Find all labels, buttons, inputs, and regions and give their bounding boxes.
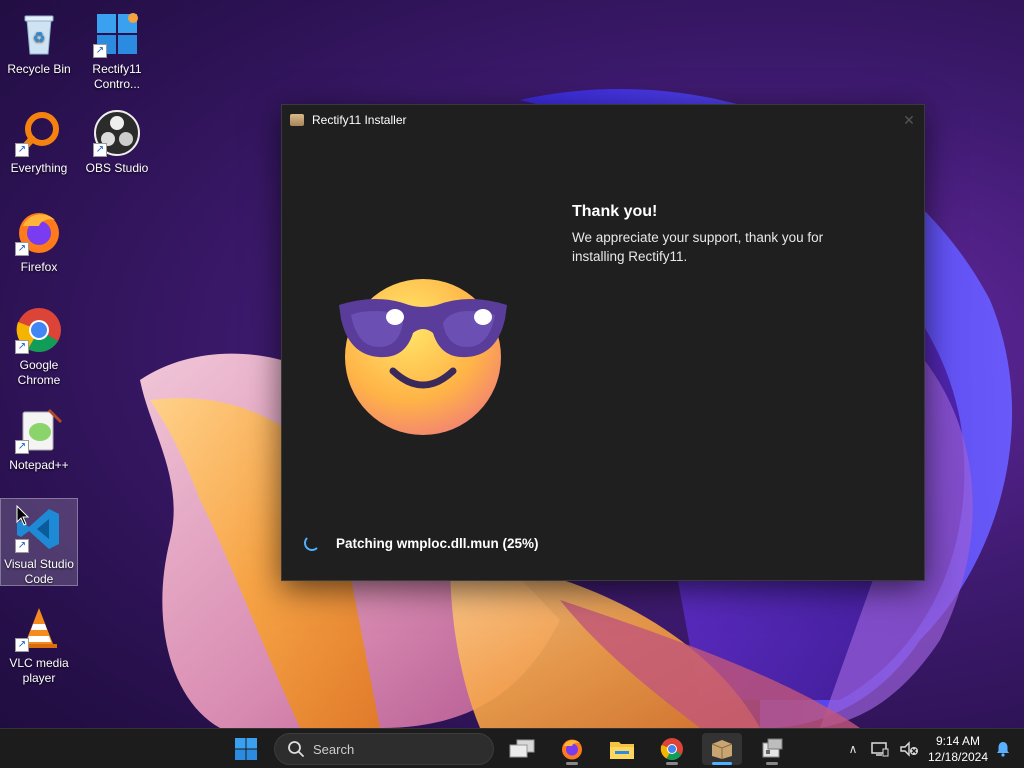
app-installer-icon	[762, 738, 783, 758]
chevron-up-icon: ∧	[848, 742, 858, 756]
shortcut-arrow-icon: ↗	[15, 242, 29, 256]
taskbar-file-explorer[interactable]	[602, 733, 642, 765]
taskbar-search-box[interactable]: Search	[274, 733, 494, 765]
mouse-cursor-icon	[16, 505, 30, 526]
taskbar-app-installer[interactable]	[752, 733, 792, 765]
tray-network[interactable]	[868, 729, 892, 768]
desktop-icon-everything[interactable]: ↗ Everything	[0, 103, 78, 193]
file-explorer-icon	[610, 742, 634, 759]
window-title: Rectify11 Installer	[312, 113, 407, 127]
show-hidden-icons-button[interactable]: ∧	[842, 729, 864, 768]
close-button[interactable]: ✕	[894, 105, 924, 135]
tray-volume[interactable]	[896, 729, 922, 768]
svg-text:♻: ♻	[33, 30, 46, 46]
active-indicator	[712, 762, 732, 765]
recycle-bin-icon: ♻	[15, 10, 63, 58]
thank-you-heading: Thank you!	[572, 203, 658, 220]
status-text: Patching wmploc.dll.mun (25%)	[336, 535, 539, 551]
taskbar-task-view[interactable]	[502, 733, 542, 765]
desktop-icon-firefox[interactable]: ↗ Firefox	[0, 202, 78, 292]
installer-window[interactable]: Rectify11 Installer ✕ Thank you! We appr…	[281, 104, 925, 581]
shortcut-arrow-icon: ↗	[15, 440, 29, 454]
everything-search-icon: ↗	[15, 109, 63, 157]
notepad-plus-plus-icon: ↗	[15, 406, 63, 454]
desktop-icon-label: OBS Studio	[85, 161, 149, 175]
desktop-icon-label: VLC media player	[9, 656, 69, 685]
shortcut-arrow-icon: ↗	[93, 44, 107, 58]
running-indicator	[766, 762, 778, 765]
desktop-icon-visual-studio-code[interactable]: ↗ Visual Studio Code	[0, 498, 78, 586]
desktop-icon-notepad-plus-plus[interactable]: ↗ Notepad++	[0, 400, 78, 490]
thank-you-message: We appreciate your support, thank you fo…	[572, 230, 824, 264]
clock-date: 12/18/2024	[927, 750, 989, 764]
vlc-icon: ↗	[15, 604, 63, 652]
close-icon: ✕	[903, 111, 915, 128]
taskbar: Search ∧ 9:14 AM 12/18/2024	[0, 728, 1024, 768]
volume-muted-icon	[900, 741, 918, 757]
install-status: Patching wmploc.dll.mun (25%)	[304, 535, 539, 551]
desktop-icon-label: Everything	[10, 161, 68, 175]
search-icon	[288, 741, 304, 757]
taskbar-chrome[interactable]	[652, 733, 692, 765]
firefox-icon: ↗	[15, 208, 63, 256]
running-indicator	[566, 762, 578, 765]
shortcut-arrow-icon: ↗	[93, 143, 107, 157]
rectify11-installer-icon	[711, 740, 733, 759]
rectify11-installer-icon	[290, 114, 304, 126]
shortcut-arrow-icon: ↗	[15, 143, 29, 157]
bell-icon	[997, 742, 1009, 757]
rectify11-control-panel-icon: ↗	[93, 10, 141, 58]
shortcut-arrow-icon: ↗	[15, 340, 29, 354]
desktop-icon-label: Google Chrome	[17, 358, 61, 387]
taskbar-rectify11-installer[interactable]	[702, 733, 742, 765]
desktop-icon-rectify11-control[interactable]: ↗ Rectify11 Contro...	[78, 4, 156, 94]
taskbar-clock[interactable]: 9:14 AM 12/18/2024	[926, 733, 990, 765]
sunglasses-emoji-icon	[339, 279, 507, 435]
obs-studio-icon: ↗	[93, 109, 141, 157]
desktop-icon-obs-studio[interactable]: ↗ OBS Studio	[78, 103, 156, 193]
notification-button[interactable]	[992, 729, 1014, 768]
desktop-icon-label: Visual Studio Code	[4, 557, 74, 586]
chrome-icon	[660, 738, 683, 760]
clock-time: 9:14 AM	[935, 734, 981, 748]
desktop-icon-recycle-bin[interactable]: ♻ Recycle Bin	[0, 4, 78, 94]
running-indicator	[666, 762, 678, 765]
desktop-icon-google-chrome[interactable]: ↗ Google Chrome	[0, 300, 78, 390]
window-titlebar[interactable]: Rectify11 Installer ✕	[282, 105, 924, 135]
desktop-icon-label: Recycle Bin	[7, 62, 71, 76]
firefox-icon	[562, 739, 582, 760]
start-button[interactable]	[234, 737, 258, 761]
loading-spinner-icon	[304, 535, 320, 551]
taskbar-firefox[interactable]	[552, 733, 592, 765]
network-icon	[871, 742, 889, 757]
shortcut-arrow-icon: ↗	[15, 638, 29, 652]
desktop-icon-label: Rectify11 Contro...	[92, 62, 142, 91]
desktop-icon-area: ♻ Recycle Bin ↗ Rectify11 Contro... ↗ Ev…	[0, 0, 160, 728]
shortcut-arrow-icon: ↗	[15, 539, 29, 553]
chrome-icon: ↗	[15, 306, 63, 354]
desktop-icon-vlc[interactable]: ↗ VLC media player	[0, 598, 78, 688]
search-placeholder: Search	[313, 741, 355, 757]
desktop-icon-label: Notepad++	[9, 458, 69, 472]
task-view-icon	[509, 739, 535, 758]
desktop-icon-label: Firefox	[20, 260, 58, 274]
